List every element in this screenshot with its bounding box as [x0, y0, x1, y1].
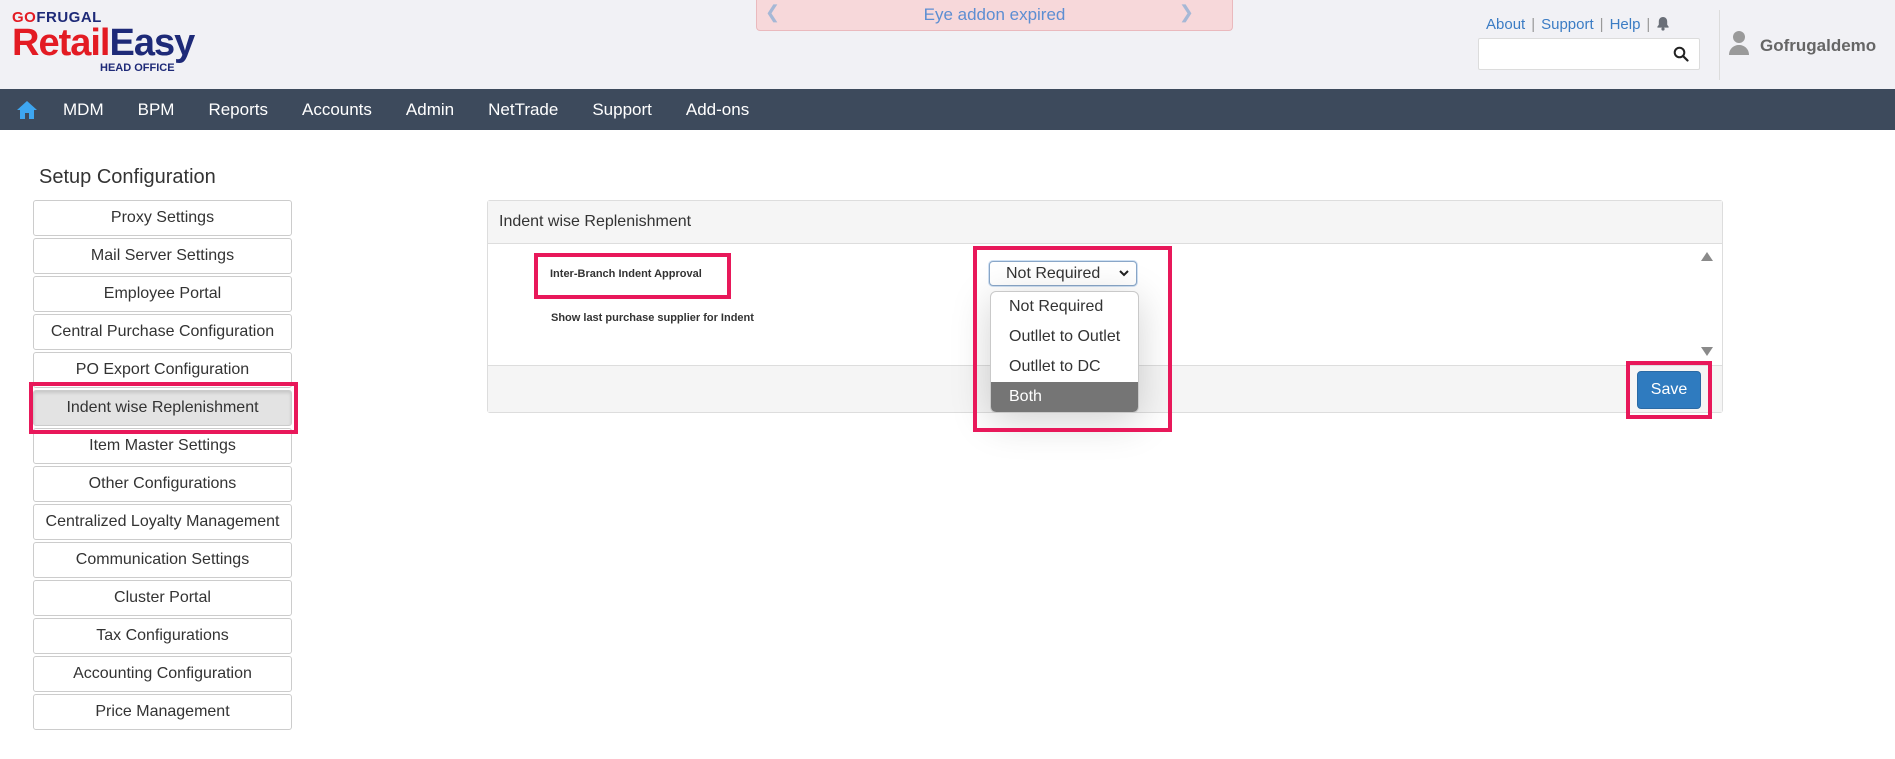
notice-text: Eye addon expired [923, 5, 1066, 24]
sidebar-item-mail-server-settings[interactable]: Mail Server Settings [33, 238, 292, 274]
home-icon[interactable] [0, 89, 54, 130]
chevron-down-icon [1118, 263, 1130, 290]
scroll-up-arrow-icon[interactable] [1701, 252, 1713, 261]
link-separator: | [1646, 16, 1651, 33]
sidebar-item-loyalty-management[interactable]: Centralized Loyalty Management [33, 504, 292, 540]
sidebar-item-price-management[interactable]: Price Management [33, 694, 292, 730]
sidebar-item-central-purchase[interactable]: Central Purchase Configuration [33, 314, 292, 350]
option-both[interactable]: Both [991, 382, 1138, 412]
addon-notice-banner: ❮ Eye addon expired ❯ [756, 0, 1233, 31]
nav-accounts[interactable]: Accounts [285, 89, 389, 130]
inter-branch-approval-label: Inter-Branch Indent Approval [550, 268, 702, 280]
sidebar-item-po-export[interactable]: PO Export Configuration [33, 352, 292, 388]
main-nav: MDM BPM Reports Accounts Admin NetTrade … [0, 89, 1895, 130]
sidebar-item-item-master[interactable]: Item Master Settings [33, 428, 292, 464]
scroll-down-arrow-icon[interactable] [1701, 347, 1713, 356]
notification-bell-icon[interactable] [1656, 16, 1670, 35]
sidebar-item-cluster-portal[interactable]: Cluster Portal [33, 580, 292, 616]
nav-reports[interactable]: Reports [191, 89, 285, 130]
select-value: Not Required [1006, 265, 1101, 282]
gofrugal-retaileasy-logo[interactable]: GOFRUGAL RetailEasy HEAD OFFICE [12, 10, 195, 75]
option-outlet-to-dc[interactable]: Outllet to DC [991, 352, 1138, 382]
indent-approval-options: Not Required Outllet to Outlet Outllet t… [990, 291, 1139, 413]
panel-title: Indent wise Replenishment [488, 201, 1722, 244]
link-separator: | [1531, 16, 1536, 33]
option-not-required[interactable]: Not Required [991, 292, 1138, 322]
indent-approval-select[interactable]: Not Required [989, 261, 1137, 286]
nav-nettrade[interactable]: NetTrade [471, 89, 575, 130]
nav-mdm[interactable]: MDM [54, 89, 121, 130]
search-icon[interactable] [1673, 46, 1689, 67]
sidebar-item-employee-portal[interactable]: Employee Portal [33, 276, 292, 312]
save-button[interactable]: Save [1637, 371, 1701, 409]
user-name: Gofrugaldemo [1760, 35, 1877, 55]
option-outlet-to-outlet[interactable]: Outllet to Outlet [991, 322, 1138, 352]
app-header: GOFRUGAL RetailEasy HEAD OFFICE ❮ Eye ad… [0, 0, 1895, 89]
about-link[interactable]: About [1486, 16, 1525, 33]
nav-addons[interactable]: Add-ons [669, 89, 766, 130]
search-input[interactable] [1485, 39, 1669, 69]
link-separator: | [1599, 16, 1604, 33]
sidebar-item-communication-settings[interactable]: Communication Settings [33, 542, 292, 578]
sidebar-item-indent-replenishment[interactable]: Indent wise Replenishment [33, 390, 292, 426]
global-search [1478, 38, 1700, 70]
notice-next-arrow-icon[interactable]: ❯ [1179, 2, 1194, 23]
sidebar-item-proxy-settings[interactable]: Proxy Settings [33, 200, 292, 236]
support-link[interactable]: Support [1541, 16, 1594, 33]
last-purchase-supplier-label: Show last purchase supplier for Indent [551, 312, 754, 324]
logo-product-name: RetailEasy [12, 22, 195, 64]
nav-admin[interactable]: Admin [389, 89, 471, 130]
logo-subtitle: HEAD OFFICE [100, 62, 175, 74]
help-link[interactable]: Help [1610, 16, 1641, 33]
user-menu[interactable]: Gofrugaldemo [1728, 30, 1876, 61]
sidebar-item-accounting-configuration[interactable]: Accounting Configuration [33, 656, 292, 692]
nav-support[interactable]: Support [575, 89, 669, 130]
top-links: About | Support | Help | [1486, 16, 1670, 35]
sidebar-item-other-configurations[interactable]: Other Configurations [33, 466, 292, 502]
setup-sidebar: Proxy Settings Mail Server Settings Empl… [33, 200, 292, 732]
header-divider [1719, 10, 1720, 80]
nav-bpm[interactable]: BPM [121, 89, 192, 130]
sidebar-title: Setup Configuration [39, 166, 216, 188]
sidebar-item-tax-configurations[interactable]: Tax Configurations [33, 618, 292, 654]
user-avatar-icon [1728, 30, 1750, 61]
